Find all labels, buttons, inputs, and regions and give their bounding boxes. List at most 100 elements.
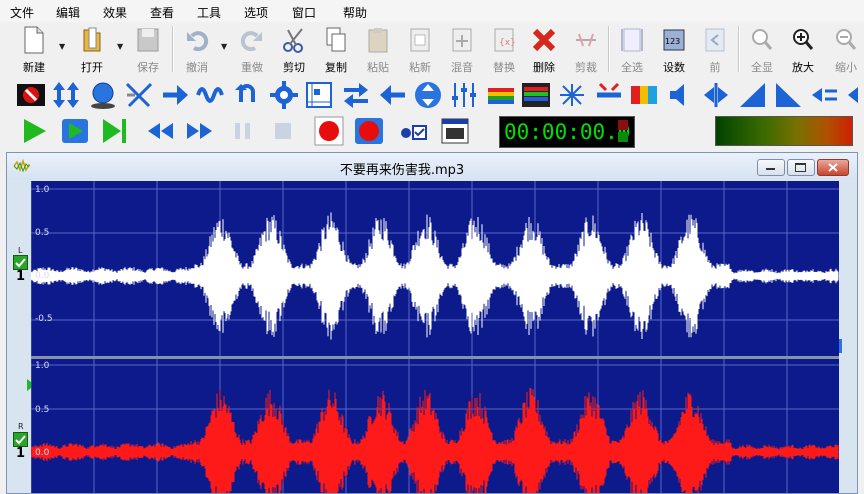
- show-all-button[interactable]: 全显: [742, 24, 782, 74]
- play-to-end-icon[interactable]: [100, 116, 130, 146]
- menu-view[interactable]: 查看: [150, 4, 174, 21]
- amp-label: 0.5: [35, 228, 50, 238]
- waveform-canvas[interactable]: [31, 181, 839, 493]
- channel-left-number: 1: [16, 269, 26, 284]
- menu-help[interactable]: 帮助: [343, 4, 367, 21]
- record-icon[interactable]: [314, 116, 344, 146]
- more-icon[interactable]: [846, 80, 864, 110]
- clipboard-icon: [368, 28, 388, 53]
- crossfade-icon[interactable]: [124, 80, 154, 110]
- equalizer-icon[interactable]: [449, 80, 479, 110]
- redo-button[interactable]: 重做: [232, 24, 272, 74]
- maximize-button[interactable]: [787, 159, 815, 176]
- stop-sign-icon[interactable]: [16, 80, 46, 110]
- amp-arrows-icon[interactable]: [810, 80, 840, 110]
- open-folder-icon: [83, 27, 101, 52]
- effects-toolbar: [0, 78, 864, 112]
- menu-effects[interactable]: 效果: [103, 4, 127, 21]
- menu-file[interactable]: 文件: [10, 4, 34, 21]
- monitor-window-icon[interactable]: [440, 116, 470, 146]
- paste-new-button[interactable]: 粘新: [400, 24, 440, 74]
- trim-icon: [576, 33, 596, 47]
- channel-gutter: L 1 R 1: [7, 181, 35, 493]
- channel-right-checkbox[interactable]: [13, 432, 28, 447]
- prev-button[interactable]: 前: [695, 24, 735, 74]
- graph-icon[interactable]: [304, 80, 334, 110]
- menu-options[interactable]: 选项: [244, 4, 268, 21]
- amp-label: 1.0: [35, 361, 50, 371]
- zoom-in-icon: [793, 29, 814, 50]
- vertical-expand-icon[interactable]: [413, 80, 443, 110]
- ramp-down-icon[interactable]: [773, 80, 803, 110]
- close-icon: [828, 163, 838, 172]
- menu-bar: 文件 编辑 效果 查看 工具 选项 窗口 帮助: [0, 0, 864, 22]
- vertical-arrows-icon[interactable]: [51, 80, 81, 110]
- undo-button[interactable]: 撤消: [177, 24, 217, 74]
- loop-back-icon[interactable]: [232, 80, 262, 110]
- delete-button[interactable]: 删除: [524, 24, 564, 74]
- replace-button[interactable]: {x} 替换: [484, 24, 524, 74]
- balance-icon[interactable]: [701, 80, 731, 110]
- prev-marker-icon: [705, 28, 725, 52]
- open-button[interactable]: 打开: [72, 24, 112, 74]
- copy-icon: [326, 27, 346, 52]
- delete-x-icon: [532, 28, 556, 52]
- stop-icon[interactable]: [268, 116, 298, 146]
- ramp-up-icon[interactable]: [738, 80, 768, 110]
- copy-button[interactable]: 复制: [316, 24, 356, 74]
- spread-icon[interactable]: [557, 80, 587, 110]
- waveform-view[interactable]: 1.0 0.5 0.0 -0.5 1.0 0.5 0.0: [31, 181, 839, 493]
- menu-tools[interactable]: 工具: [197, 4, 221, 21]
- vertical-scrollbar[interactable]: [839, 181, 857, 493]
- amp-label: -0.5: [35, 314, 53, 324]
- save-button[interactable]: 保存: [128, 24, 168, 74]
- new-dropdown-icon[interactable]: ▼: [59, 42, 65, 51]
- menu-window[interactable]: 窗口: [292, 4, 316, 21]
- menu-edit[interactable]: 编辑: [56, 4, 80, 21]
- undo-icon: [187, 31, 209, 52]
- swap-icon[interactable]: [341, 80, 371, 110]
- undo-dropdown-icon[interactable]: ▼: [221, 42, 227, 51]
- pause-icon[interactable]: [228, 116, 258, 146]
- amp-label: 0.0: [35, 448, 50, 458]
- document-title: 不要再来伤害我.mp3: [339, 163, 465, 178]
- set-number-button[interactable]: 123 设数: [654, 24, 694, 74]
- paste-button[interactable]: 粘贴: [358, 24, 398, 74]
- rewind-icon[interactable]: [145, 116, 175, 146]
- play-loop-icon[interactable]: [60, 116, 90, 146]
- fast-forward-icon[interactable]: [185, 116, 215, 146]
- spectrum-icon[interactable]: [486, 80, 516, 110]
- channel-label-right: R: [18, 422, 24, 431]
- channel-divider[interactable]: [31, 356, 839, 359]
- play-icon[interactable]: [20, 116, 50, 146]
- new-button[interactable]: 新建: [14, 24, 54, 74]
- svg-text:{x}: {x}: [499, 38, 516, 48]
- zoom-in-button[interactable]: 放大: [783, 24, 823, 74]
- scroll-marker-top: [839, 339, 842, 353]
- right-channel-waveform: [31, 387, 839, 493]
- record-options-icon[interactable]: [398, 116, 428, 146]
- channel-left-checkbox[interactable]: [13, 255, 28, 270]
- mix-button[interactable]: 混音: [442, 24, 482, 74]
- arrow-right-icon[interactable]: [161, 80, 191, 110]
- timer-indicator-bottom: [618, 132, 628, 142]
- gradient-icon[interactable]: [629, 80, 659, 110]
- gear-icon[interactable]: [269, 80, 299, 110]
- cut-button[interactable]: 剪切: [274, 24, 314, 74]
- open-dropdown-icon[interactable]: ▼: [117, 42, 123, 51]
- arrow-left-icon[interactable]: [377, 80, 407, 110]
- trim-button[interactable]: 剪裁: [566, 24, 606, 74]
- speaker-icon[interactable]: [665, 80, 695, 110]
- record-new-icon[interactable]: [354, 116, 384, 146]
- wave-icon[interactable]: [196, 80, 226, 110]
- close-button[interactable]: [817, 159, 849, 176]
- spectrum-alt-icon[interactable]: [521, 80, 551, 110]
- globe-icon[interactable]: [88, 80, 118, 110]
- floppy-disk-icon: [137, 28, 159, 52]
- select-all-button[interactable]: 全选: [612, 24, 652, 74]
- zoom-out-button[interactable]: 缩小: [826, 24, 864, 74]
- minimize-button[interactable]: [757, 159, 785, 176]
- compress-icon[interactable]: [594, 80, 624, 110]
- amp-label: 0.5: [35, 405, 50, 415]
- select-all-icon: [621, 28, 643, 52]
